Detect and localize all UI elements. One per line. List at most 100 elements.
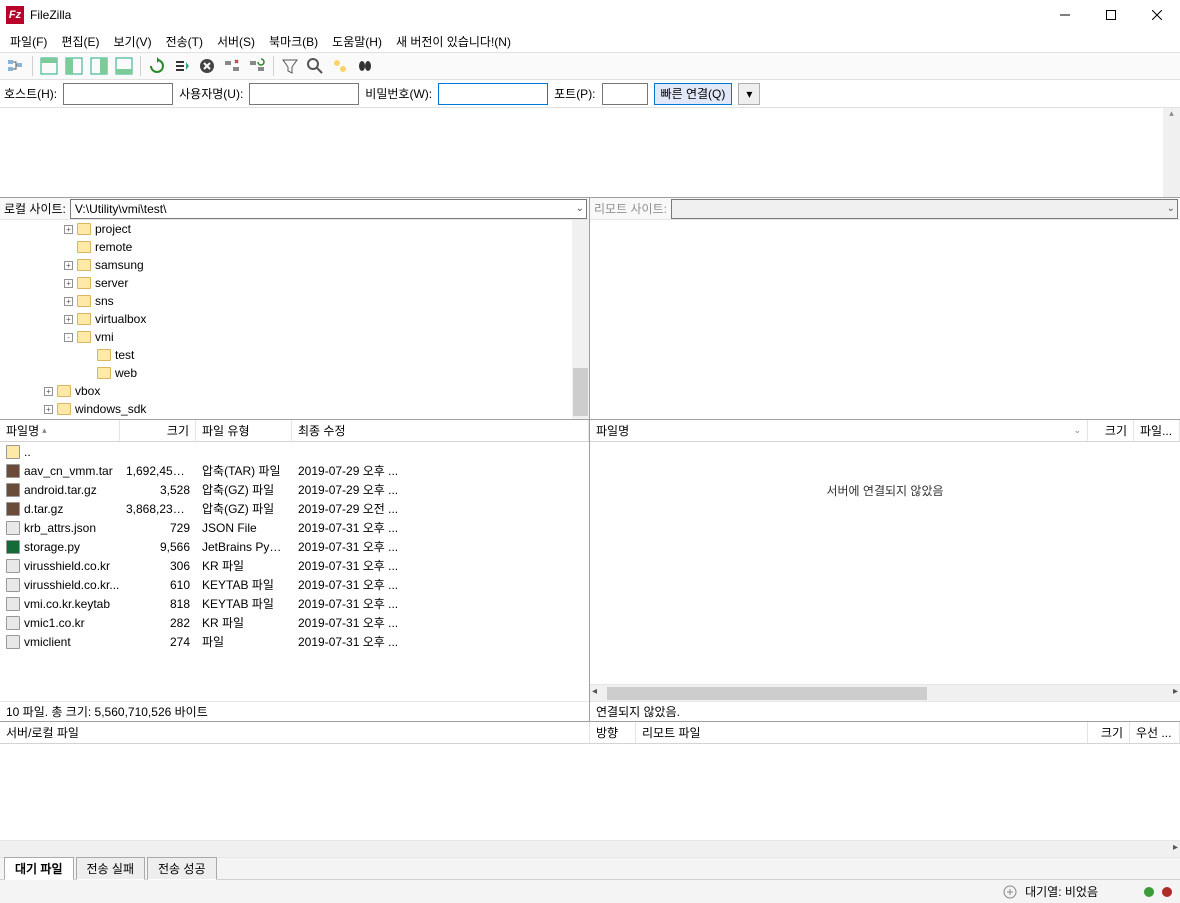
process-queue-icon[interactable]: [170, 54, 194, 78]
tab-failed[interactable]: 전송 실패: [76, 857, 146, 880]
minimize-button[interactable]: [1042, 0, 1088, 30]
expand-icon[interactable]: +: [44, 387, 53, 396]
tree-node[interactable]: test: [0, 346, 589, 364]
tree-node[interactable]: +samsung: [0, 256, 589, 274]
col-remote-file[interactable]: 리모트 파일: [636, 722, 1088, 743]
tree-node[interactable]: remote: [0, 238, 589, 256]
file-name: vmiclient: [24, 635, 71, 649]
remote-list-header: 파일명⌄ 크기 파일...: [590, 420, 1180, 442]
quickconnect-dropdown[interactable]: ▾: [738, 83, 760, 105]
menu-bookmarks[interactable]: 북마크(B): [263, 31, 324, 52]
local-tree[interactable]: +projectremote+samsung+server+sns+virtua…: [0, 220, 589, 419]
folder-icon: [77, 259, 91, 271]
menu-server[interactable]: 서버(S): [211, 31, 261, 52]
file-name: vmi.co.kr.keytab: [24, 597, 110, 611]
host-input[interactable]: [63, 83, 173, 105]
compare-icon[interactable]: [328, 54, 352, 78]
tab-queued[interactable]: 대기 파일: [4, 857, 74, 880]
message-log: ▴: [0, 108, 1180, 198]
menu-help[interactable]: 도움말(H): [326, 31, 388, 52]
toggle-queue-icon[interactable]: [112, 54, 136, 78]
local-list-body[interactable]: ..aav_cn_vmm.tar1,692,458,...압축(TAR) 파일2…: [0, 442, 589, 701]
local-path-combo[interactable]: V:\Utility\vmi\test\ ⌄: [70, 199, 587, 219]
search-icon[interactable]: [303, 54, 327, 78]
file-name: virusshield.co.kr....: [24, 578, 120, 592]
col-type[interactable]: 파일...: [1134, 420, 1180, 441]
menu-transfer[interactable]: 전송(T): [160, 31, 209, 52]
find-icon[interactable]: [353, 54, 377, 78]
list-item[interactable]: android.tar.gz3,528압축(GZ) 파일2019-07-29 오…: [0, 480, 589, 499]
toggle-log-icon[interactable]: [37, 54, 61, 78]
file-size: 1,692,458,...: [120, 464, 196, 478]
queue-hscroll[interactable]: ▸: [0, 840, 1180, 857]
toggle-remotetree-icon[interactable]: [87, 54, 111, 78]
list-item[interactable]: storage.py9,566JetBrains PyCh...2019-07-…: [0, 537, 589, 556]
sitemanager-icon[interactable]: [4, 54, 28, 78]
list-item[interactable]: krb_attrs.json729JSON File2019-07-31 오후 …: [0, 518, 589, 537]
filter-icon[interactable]: [278, 54, 302, 78]
quickconnect-button[interactable]: 빠른 연결(Q): [654, 83, 733, 105]
col-name[interactable]: 파일명⌄: [590, 420, 1088, 441]
remote-empty-text: 서버에 연결되지 않았음: [590, 482, 1180, 499]
expand-icon[interactable]: +: [64, 297, 73, 306]
col-name[interactable]: 파일명▴: [0, 420, 120, 441]
list-item[interactable]: virusshield.co.kr....610KEYTAB 파일2019-07…: [0, 575, 589, 594]
file-icon: [6, 559, 20, 573]
tree-node[interactable]: + vbox: [0, 382, 589, 400]
password-input[interactable]: [438, 83, 548, 105]
col-size[interactable]: 크기: [1088, 420, 1134, 441]
list-item[interactable]: vmic1.co.kr282KR 파일2019-07-31 오후 ...: [0, 613, 589, 632]
tree-label: server: [95, 276, 128, 290]
collapse-icon[interactable]: -: [64, 333, 73, 342]
list-item[interactable]: virusshield.co.kr306KR 파일2019-07-31 오후 .…: [0, 556, 589, 575]
list-item[interactable]: d.tar.gz3,868,235,...압축(GZ) 파일2019-07-29…: [0, 499, 589, 518]
tree-node[interactable]: + server: [0, 274, 589, 292]
folder-icon: [77, 331, 91, 343]
refresh-icon[interactable]: [145, 54, 169, 78]
menu-update[interactable]: 새 버전이 있습니다!(N): [390, 31, 517, 52]
list-item[interactable]: vmi.co.kr.keytab818KEYTAB 파일2019-07-31 오…: [0, 594, 589, 613]
disconnect-icon[interactable]: [220, 54, 244, 78]
expand-icon[interactable]: +: [64, 225, 73, 234]
tree-node[interactable]: +virtualbox: [0, 310, 589, 328]
col-size[interactable]: 크기: [1088, 722, 1130, 743]
expand-icon[interactable]: +: [64, 315, 73, 324]
toggle-localtree-icon[interactable]: [62, 54, 86, 78]
username-input[interactable]: [249, 83, 359, 105]
tree-node[interactable]: +windows_sdk: [0, 400, 589, 418]
menu-file[interactable]: 파일(F): [4, 31, 53, 52]
col-modified[interactable]: 최종 수정: [292, 420, 589, 441]
col-priority[interactable]: 우선 ...: [1130, 722, 1180, 743]
reconnect-icon[interactable]: [245, 54, 269, 78]
log-scrollbar[interactable]: ▴: [1163, 108, 1180, 197]
close-button[interactable]: [1134, 0, 1180, 30]
col-server-local[interactable]: 서버/로컬 파일: [0, 722, 590, 743]
list-item[interactable]: ..: [0, 442, 589, 461]
cancel-icon[interactable]: [195, 54, 219, 78]
file-modified: 2019-07-31 오후 ...: [292, 614, 589, 631]
expand-icon[interactable]: +: [44, 405, 53, 414]
list-item[interactable]: vmiclient274파일2019-07-31 오후 ...: [0, 632, 589, 651]
port-input[interactable]: [602, 83, 648, 105]
remote-hscroll[interactable]: ◂▸: [590, 684, 1180, 701]
tree-node[interactable]: web: [0, 364, 589, 382]
tree-node[interactable]: +sns: [0, 292, 589, 310]
tree-label: vbox: [75, 384, 100, 398]
file-icon: [6, 635, 20, 649]
expand-icon[interactable]: +: [64, 261, 73, 270]
tree-node[interactable]: -vmi: [0, 328, 589, 346]
menu-edit[interactable]: 편집(E): [55, 31, 105, 52]
list-item[interactable]: aav_cn_vmm.tar1,692,458,...압축(TAR) 파일201…: [0, 461, 589, 480]
expand-icon[interactable]: +: [64, 279, 73, 288]
menu-view[interactable]: 보기(V): [107, 31, 157, 52]
tab-success[interactable]: 전송 성공: [147, 857, 217, 880]
col-direction[interactable]: 방향: [590, 722, 636, 743]
file-modified: 2019-07-31 오후 ...: [292, 595, 589, 612]
file-size: 3,528: [120, 483, 196, 497]
col-size[interactable]: 크기: [120, 420, 196, 441]
file-size: 610: [120, 578, 196, 592]
maximize-button[interactable]: [1088, 0, 1134, 30]
col-type[interactable]: 파일 유형: [196, 420, 292, 441]
tree-node[interactable]: +project: [0, 220, 589, 238]
sort-asc-icon: ▴: [42, 425, 47, 436]
